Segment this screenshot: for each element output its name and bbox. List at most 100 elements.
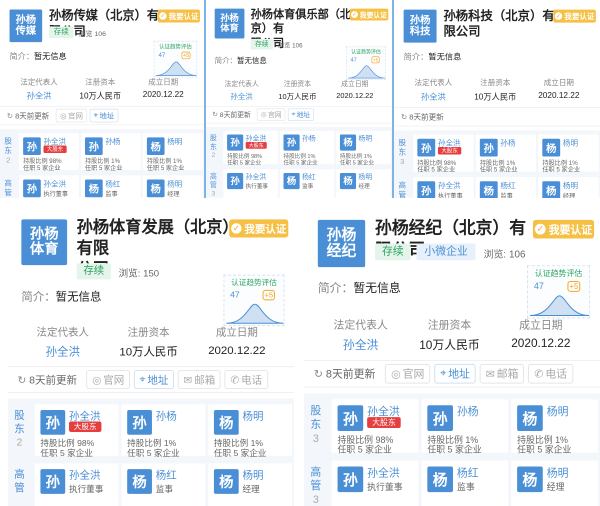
action-location-button[interactable]: ⌖ 地址: [287, 108, 314, 121]
person-card[interactable]: 杨杨红 监事: [421, 460, 509, 506]
claim-button[interactable]: ✓ 我要认证: [532, 219, 595, 239]
person-name[interactable]: 杨红: [156, 467, 177, 482]
person-card[interactable]: 杨杨明 持股比例 1% 任职 5 家企业: [336, 130, 391, 165]
person-name[interactable]: 孙杨: [105, 136, 120, 147]
person-card[interactable]: 杨杨明 持股比例 1% 任职 5 家企业: [142, 133, 203, 171]
action-mail-button[interactable]: ✉ 邮箱: [177, 370, 221, 390]
person-name[interactable]: 杨明: [167, 136, 182, 147]
section-label[interactable]: 高管3: [304, 463, 328, 506]
person-card[interactable]: 杨杨明 持股比例 1% 任职 5 家企业: [208, 404, 293, 458]
action-location-button[interactable]: ⌖ 地址: [434, 363, 476, 384]
section-label[interactable]: 高管3: [206, 170, 221, 198]
person-name[interactable]: 孙全洪: [367, 465, 400, 481]
person-card[interactable]: 杨杨红 监事: [279, 169, 335, 198]
section-label[interactable]: 股东 3: [394, 136, 410, 173]
section-label[interactable]: 高管3: [0, 177, 16, 198]
action-location-button[interactable]: ⌖ 地址: [133, 370, 175, 390]
person-name[interactable]: 孙杨: [457, 403, 479, 419]
person-name[interactable]: 杨明: [547, 465, 569, 481]
person-card[interactable]: 孙孙全洪 大股东 持股比例 98% 任职 5 家企业: [331, 399, 419, 455]
person-card[interactable]: 杨杨明 经理: [208, 463, 293, 506]
section-label[interactable]: 股东 2: [0, 135, 16, 172]
trend-widget[interactable]: 认证趋势评估 47 +5: [526, 265, 591, 319]
person-name[interactable]: 杨明: [359, 172, 373, 182]
person-card[interactable]: 孙孙全洪 执行董事: [223, 169, 278, 198]
claim-button[interactable]: ✓ 我要认证: [349, 8, 389, 21]
person-name[interactable]: 杨红: [105, 178, 120, 189]
person-avatar: 孙: [427, 405, 453, 431]
person-card[interactable]: 孙孙杨 持股比例 1% 任职 5 家企业: [121, 404, 206, 458]
person-name[interactable]: 杨明: [547, 403, 569, 419]
legal-rep-link[interactable]: 孙全洪: [343, 336, 379, 353]
section-label[interactable]: 股东 2: [206, 132, 221, 165]
person-name[interactable]: 杨明: [243, 408, 264, 423]
trend-widget[interactable]: 认证趋势评估 47 +5: [346, 46, 386, 80]
person-card[interactable]: 杨杨明 经理: [511, 460, 599, 506]
person-card[interactable]: 孙孙全洪 执行董事: [413, 177, 474, 198]
claim-button[interactable]: ✓ 我要认证: [229, 219, 289, 238]
person-card[interactable]: 杨杨红 监事: [121, 463, 206, 506]
refresh-icon: ↻: [17, 374, 27, 386]
person-name[interactable]: 孙全洪: [69, 467, 100, 482]
section-label[interactable]: 股东 2: [8, 406, 31, 457]
person-name[interactable]: 孙全洪: [44, 178, 66, 189]
person-name[interactable]: 杨明: [243, 467, 264, 482]
company-name[interactable]: 孙杨科技（北京）有限公司: [443, 8, 554, 40]
section-label[interactable]: 高管: [8, 465, 31, 506]
action-globe-button[interactable]: ◎ 官网: [257, 108, 286, 121]
view-count-value: 150: [143, 269, 160, 280]
trend-widget[interactable]: 认证趋势评估 47 +5: [153, 40, 198, 78]
legal-rep-link[interactable]: 孙全洪: [230, 91, 252, 102]
person-name[interactable]: 孙全洪: [246, 172, 266, 182]
person-card[interactable]: 孙孙全洪 执行董事: [34, 463, 119, 506]
person-card[interactable]: 杨杨明 持股比例 1% 任职 5 家企业: [538, 134, 599, 173]
claim-button[interactable]: ✓ 我要认证: [157, 9, 200, 23]
person-name[interactable]: 孙全洪: [438, 180, 461, 191]
action-location-button[interactable]: ⌖ 地址: [89, 108, 119, 123]
person-card[interactable]: 杨杨明 持股比例 1% 任职 5 家企业: [511, 399, 599, 455]
person-card[interactable]: 杨杨红 监事: [475, 177, 537, 198]
person-card[interactable]: 杨杨明 经理: [336, 169, 391, 198]
person-name[interactable]: 杨红: [457, 465, 479, 481]
person-card[interactable]: 孙孙全洪 执行董事: [19, 175, 79, 198]
person-name[interactable]: 杨红: [500, 180, 515, 191]
person-card[interactable]: 孙孙杨 持股比例 1% 任职 5 家企业: [279, 130, 335, 165]
action-globe-button[interactable]: ◎ 官网: [86, 370, 130, 390]
person-avatar: 孙: [337, 466, 364, 493]
legal-rep-link[interactable]: 孙全洪: [27, 90, 51, 102]
person-name[interactable]: 杨明: [359, 133, 373, 143]
person-name[interactable]: 杨红: [302, 172, 316, 182]
person-name[interactable]: 孙杨: [156, 408, 177, 423]
person-card[interactable]: 孙孙杨 持股比例 1% 任职 5 家企业: [80, 133, 141, 171]
person-detail: 经理: [562, 192, 576, 198]
person-card[interactable]: 杨杨明 经理: [538, 177, 599, 198]
person-card[interactable]: 孙孙全洪 大股东 持股比例 98% 任职 5 家企业: [19, 133, 79, 171]
person-card[interactable]: 孙孙杨 持股比例 1% 任职 5 家企业: [475, 134, 537, 173]
person-card[interactable]: 孙孙全洪 执行董事: [331, 460, 419, 506]
company-card: 孙杨 科技 孙杨科技（北京）有限公司 ✓ 我要认证 简介：暂无信息 法定代表人 孙全洪 注册资本…: [394, 0, 600, 198]
section-label[interactable]: 股东 3: [304, 401, 328, 454]
trend-widget[interactable]: 认证趋势评估 47 +5: [223, 274, 285, 327]
person-name[interactable]: 杨明: [167, 178, 182, 189]
person-name[interactable]: 杨明: [563, 180, 578, 191]
person-card[interactable]: 孙孙杨 持股比例 1% 任职 5 家企业: [421, 399, 509, 455]
person-name[interactable]: 孙杨: [500, 137, 515, 148]
action-phone-button[interactable]: ✆ 电话: [224, 370, 268, 390]
person-card[interactable]: 杨杨明 经理: [142, 175, 203, 198]
person-avatar: 杨: [339, 134, 357, 151]
person-card[interactable]: 孙孙全洪 大股东 持股比例 98% 任职 5 家企业: [34, 404, 119, 458]
action-globe-button[interactable]: ◎ 官网: [55, 108, 88, 123]
action-mail-button[interactable]: ✉ 邮箱: [479, 363, 525, 384]
legal-rep-link[interactable]: 孙全洪: [421, 91, 446, 103]
action-button-label: 官网: [402, 368, 425, 381]
action-globe-button[interactable]: ◎ 官网: [385, 363, 431, 384]
person-card[interactable]: 孙孙全洪 大股东 持股比例 98% 任职 5 家企业: [413, 134, 474, 173]
person-name[interactable]: 孙杨: [302, 133, 316, 143]
legal-rep-link[interactable]: 孙全洪: [46, 343, 80, 359]
person-card[interactable]: 杨杨红 监事: [80, 175, 141, 198]
section-label[interactable]: 高管3: [394, 179, 410, 198]
action-phone-button[interactable]: ✆ 电话: [528, 363, 573, 384]
person-card[interactable]: 孙孙全洪 大股东 持股比例 98% 任职 5 家企业: [223, 130, 278, 165]
claim-button[interactable]: ✓ 我要认证: [553, 9, 596, 23]
person-name[interactable]: 杨明: [563, 137, 578, 148]
